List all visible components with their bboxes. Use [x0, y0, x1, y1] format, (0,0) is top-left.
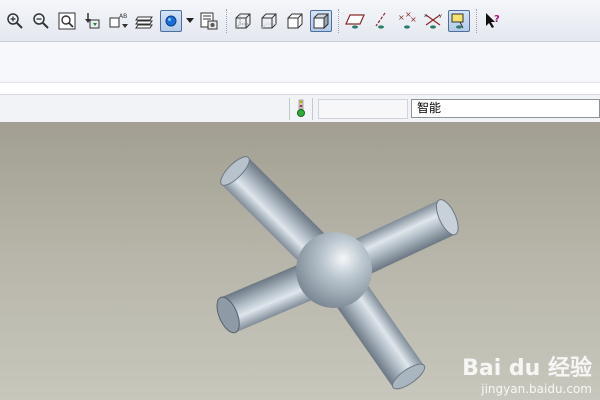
- graphics-viewport[interactable]: Bai du 经验 jingyan.baidu.com: [0, 122, 600, 400]
- svg-text:?: ?: [494, 14, 500, 25]
- toolbar-band: [0, 42, 600, 83]
- regen-status-indicator[interactable]: [289, 98, 313, 120]
- whats-this-icon: ?: [486, 12, 500, 28]
- whats-this-button[interactable]: ?: [482, 10, 504, 32]
- toolbar-separator: [476, 8, 477, 33]
- svg-text:x: x: [424, 13, 427, 19]
- coord-sys-button[interactable]: x y: [422, 10, 444, 32]
- no-hidden-button[interactable]: [284, 10, 306, 32]
- wireframe-icon: [235, 13, 251, 28]
- annotation-icon: [451, 13, 464, 29]
- selection-filter-select[interactable]: 智能: [411, 99, 600, 118]
- zoom-in-button[interactable]: [4, 10, 26, 32]
- watermark: Bai du 经验 jingyan.baidu.com: [462, 350, 592, 396]
- watermark-url: jingyan.baidu.com: [481, 382, 592, 396]
- datum-point-button[interactable]: × × ×: [396, 10, 418, 32]
- status-message-field: [318, 99, 408, 119]
- reorient-icon: [85, 12, 100, 28]
- display-style-button[interactable]: [160, 9, 182, 32]
- shaded-icon: [313, 12, 329, 29]
- wireframe-button[interactable]: [232, 10, 254, 32]
- view-toolbar: AB × × × x y ?: [0, 0, 600, 42]
- zoom-fit-button[interactable]: [56, 10, 78, 32]
- hidden-line-icon: [261, 13, 277, 28]
- saved-views-icon: [200, 12, 218, 29]
- layers-button[interactable]: [134, 10, 156, 32]
- datum-plane-button[interactable]: [344, 10, 366, 32]
- toolbar-separator: [226, 8, 227, 33]
- zoom-in-icon: [7, 12, 23, 29]
- saved-views-button[interactable]: [198, 10, 220, 32]
- datum-point-icon: × × ×: [398, 12, 417, 29]
- datum-axis-button[interactable]: [370, 10, 392, 32]
- display-style-icon: [165, 15, 177, 26]
- svg-text:y: y: [439, 13, 442, 19]
- no-hidden-icon: [287, 13, 303, 28]
- chevron-down-icon: [186, 17, 194, 23]
- center-sphere: [296, 232, 372, 308]
- datum-plane-icon: [345, 13, 365, 29]
- annotation-button[interactable]: [448, 9, 470, 32]
- layers-icon: [135, 16, 153, 28]
- reorient-button[interactable]: [82, 10, 104, 32]
- svg-text:AB: AB: [119, 13, 127, 20]
- datum-axis-icon: [375, 12, 386, 29]
- watermark-brand: Bai du 经验: [462, 356, 592, 381]
- toolbar-separator: [338, 8, 339, 33]
- shaded-button[interactable]: [310, 9, 332, 32]
- named-view-button[interactable]: AB: [108, 10, 130, 32]
- traffic-light-icon: [297, 99, 305, 117]
- svg-text:×: ×: [398, 13, 405, 22]
- zoom-fit-icon: [58, 12, 76, 29]
- hidden-line-button[interactable]: [258, 10, 280, 32]
- selection-filter-value: 智能: [417, 101, 442, 115]
- zoom-out-icon: [33, 12, 49, 29]
- zoom-out-button[interactable]: [30, 10, 52, 32]
- status-bar: 智能: [0, 94, 600, 123]
- named-view-icon: AB: [109, 13, 128, 28]
- coord-sys-icon: x y: [424, 13, 442, 29]
- svg-text:×: ×: [410, 15, 417, 24]
- display-style-dropdown[interactable]: [186, 10, 194, 32]
